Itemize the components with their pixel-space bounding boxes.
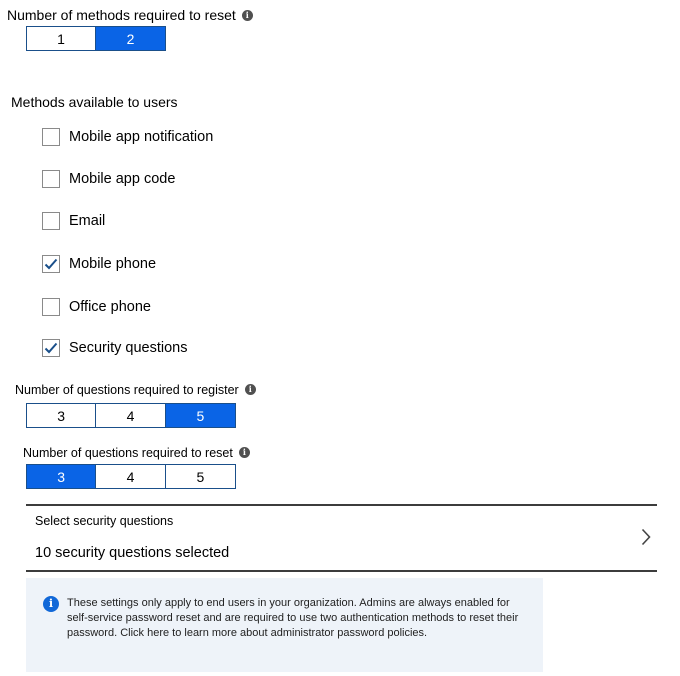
chevron-right-icon[interactable]: [641, 528, 651, 546]
methods-required-option-2[interactable]: 2: [96, 27, 165, 50]
questions-register-heading: Number of questions required to register…: [15, 383, 256, 397]
methods-available-heading: Methods available to users: [11, 94, 178, 110]
checkbox[interactable]: [42, 170, 60, 188]
methods-required-label: Number of methods required to reset: [7, 7, 236, 23]
select-questions-label: Select security questions: [35, 514, 174, 528]
info-circle-icon[interactable]: i: [244, 384, 256, 396]
method-office-phone[interactable]: Office phone: [42, 297, 151, 317]
info-icon: i: [43, 596, 59, 612]
methods-required-option-1[interactable]: 1: [27, 27, 96, 50]
questions-reset-option-4[interactable]: 4: [96, 465, 166, 488]
checkbox[interactable]: [42, 128, 60, 146]
questions-register-option-5[interactable]: 5: [165, 404, 236, 427]
questions-reset-option-3[interactable]: 3: [27, 465, 97, 488]
checkbox-label: Email: [69, 213, 106, 229]
questions-register-label: Number of questions required to register: [15, 383, 239, 397]
questions-register-segmented: 3 4 5: [26, 403, 236, 428]
method-security-questions[interactable]: Security questions: [42, 338, 187, 358]
info-circle-icon[interactable]: i: [238, 447, 250, 459]
questions-reset-heading: Number of questions required to reset i: [23, 446, 250, 460]
info-notice-text: These settings only apply to end users i…: [67, 597, 519, 639]
questions-register-option-4[interactable]: 4: [96, 404, 166, 427]
method-mobile-phone[interactable]: Mobile phone: [42, 254, 156, 274]
methods-required-heading: Number of methods required to reset i: [7, 7, 253, 23]
select-security-questions-row[interactable]: Select security questions 10 security qu…: [26, 506, 657, 570]
method-mobile-app-notification[interactable]: Mobile app notification: [42, 127, 213, 147]
questions-reset-label: Number of questions required to reset: [23, 446, 233, 460]
checkbox[interactable]: [42, 298, 60, 316]
info-circle-icon[interactable]: i: [241, 9, 253, 21]
checkbox-label: Security questions: [69, 340, 188, 356]
checkbox[interactable]: [42, 212, 60, 230]
questions-register-option-3[interactable]: 3: [27, 404, 97, 427]
checkbox[interactable]: [42, 339, 60, 357]
checkbox-label: Mobile app code: [69, 171, 176, 187]
method-mobile-app-code[interactable]: Mobile app code: [42, 169, 175, 189]
info-notice[interactable]: i These settings only apply to end users…: [26, 578, 543, 672]
checkbox-label: Mobile app notification: [69, 129, 214, 145]
checkbox-label: Mobile phone: [69, 256, 157, 272]
methods-required-segmented: 1 2: [26, 26, 166, 51]
divider-bottom: [26, 570, 657, 572]
method-email[interactable]: Email: [42, 211, 105, 231]
questions-reset-option-5[interactable]: 5: [166, 465, 235, 488]
questions-reset-segmented: 3 4 5: [26, 464, 236, 489]
checkmark-icon: [44, 258, 58, 270]
select-questions-value: 10 security questions selected: [35, 545, 230, 561]
checkmark-icon: [44, 342, 58, 354]
checkbox[interactable]: [42, 255, 60, 273]
checkbox-label: Office phone: [69, 299, 151, 315]
